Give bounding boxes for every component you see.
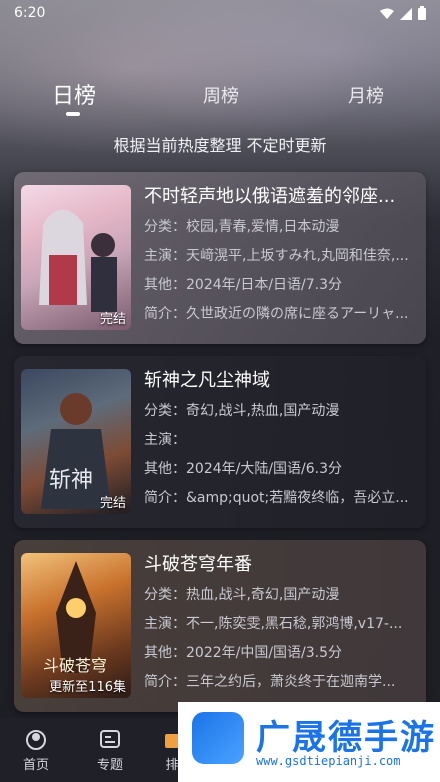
status-badge: 完结 bbox=[99, 312, 126, 327]
card-info: 不时轻声地以俄语遮羞的邻座... 分类：校园,青春,爱情,日本动漫 主演：天﨑滉… bbox=[144, 184, 419, 326]
wifi-icon bbox=[380, 5, 394, 24]
active-tab-indicator bbox=[66, 112, 80, 116]
card-category: 分类：热血,战斗,奇幻,国产动漫 bbox=[144, 587, 340, 603]
battery-icon bbox=[418, 5, 426, 24]
poster-image: 斩神 完结 bbox=[21, 369, 131, 514]
nav-home[interactable]: 首页 bbox=[6, 728, 66, 773]
nav-topic-label: 专题 bbox=[96, 758, 123, 773]
svg-text:斩神: 斩神 bbox=[49, 468, 93, 493]
card-title: 斗破苍穹年番 bbox=[144, 554, 252, 575]
watermark-overlay: 广晟德手游 www.gsdtiepianji.com bbox=[178, 702, 440, 782]
nav-topic[interactable]: 专题 bbox=[80, 728, 140, 773]
card-category: 分类：奇幻,战斗,热血,国产动漫 bbox=[144, 403, 340, 419]
card-cast: 主演：不一,陈奕雯,黑石稔,郭鸿博,v17-... bbox=[144, 616, 403, 632]
card-info: 斩神之凡尘神域 分类：奇幻,战斗,热血,国产动漫 主演： 其他：2024年/大陆… bbox=[144, 368, 419, 510]
card-other: 其他：2024年/日本/日语/7.3分 bbox=[144, 277, 343, 293]
signal-icon bbox=[400, 5, 412, 24]
anime-card[interactable]: 完结 不时轻声地以俄语遮羞的邻座... 分类：校园,青春,爱情,日本动漫 主演：… bbox=[14, 172, 426, 344]
svg-text:斗破苍穹: 斗破苍穹 bbox=[43, 656, 107, 675]
poster-image: 斗破苍穹 更新至116集 bbox=[21, 553, 131, 698]
card-title: 斩神之凡尘神域 bbox=[144, 370, 270, 391]
status-badge: 完结 bbox=[99, 496, 126, 511]
card-other: 其他：2022年/中国/国语/3.5分 bbox=[144, 645, 343, 661]
tab-weekly[interactable]: 周榜 bbox=[203, 82, 239, 108]
status-time: 6:20 bbox=[14, 5, 46, 21]
card-summary: 简介：久世政近の隣の席に座るアーリャ... bbox=[144, 306, 409, 322]
status-bar: 6:20 bbox=[0, 0, 440, 26]
status-icons bbox=[380, 5, 426, 24]
home-icon bbox=[25, 728, 47, 750]
tab-daily[interactable]: 日榜 bbox=[52, 78, 96, 110]
card-info: 斗破苍穹年番 分类：热血,战斗,奇幻,国产动漫 主演：不一,陈奕雯,黑石稔,郭鸿… bbox=[144, 552, 419, 694]
poster-image: 完结 bbox=[21, 185, 131, 330]
watermark-logo-icon bbox=[192, 712, 244, 764]
anime-card[interactable]: 斩神 完结 斩神之凡尘神域 分类：奇幻,战斗,热血,国产动漫 主演： 其他：20… bbox=[14, 356, 426, 528]
status-badge: 更新至116集 bbox=[49, 680, 126, 695]
ranking-subtitle: 根据当前热度整理 不定时更新 bbox=[113, 136, 327, 155]
card-other: 其他：2024年/大陆/国语/6.3分 bbox=[144, 461, 343, 477]
card-cast: 主演： bbox=[144, 432, 186, 448]
card-summary: 简介：&amp;quot;若黯夜终临，吾必立... bbox=[144, 490, 409, 506]
card-category: 分类：校园,青春,爱情,日本动漫 bbox=[144, 219, 340, 235]
topic-icon bbox=[99, 728, 121, 750]
card-cast: 主演：天﨑滉平,上坂すみれ,丸岡和佳奈,... bbox=[144, 248, 409, 264]
card-summary: 简介：三年之约后，萧炎终于在迦南学... bbox=[144, 674, 396, 690]
card-title: 不时轻声地以俄语遮羞的邻座... bbox=[144, 186, 396, 207]
tab-monthly[interactable]: 月榜 bbox=[348, 82, 384, 108]
nav-home-label: 首页 bbox=[22, 758, 49, 773]
watermark-url: www.gsdtiepianji.com bbox=[256, 754, 401, 768]
watermark-brand: 广晟德手游 bbox=[256, 718, 436, 758]
anime-card[interactable]: 斗破苍穹 更新至116集 斗破苍穹年番 分类：热血,战斗,奇幻,国产动漫 主演：… bbox=[14, 540, 426, 712]
